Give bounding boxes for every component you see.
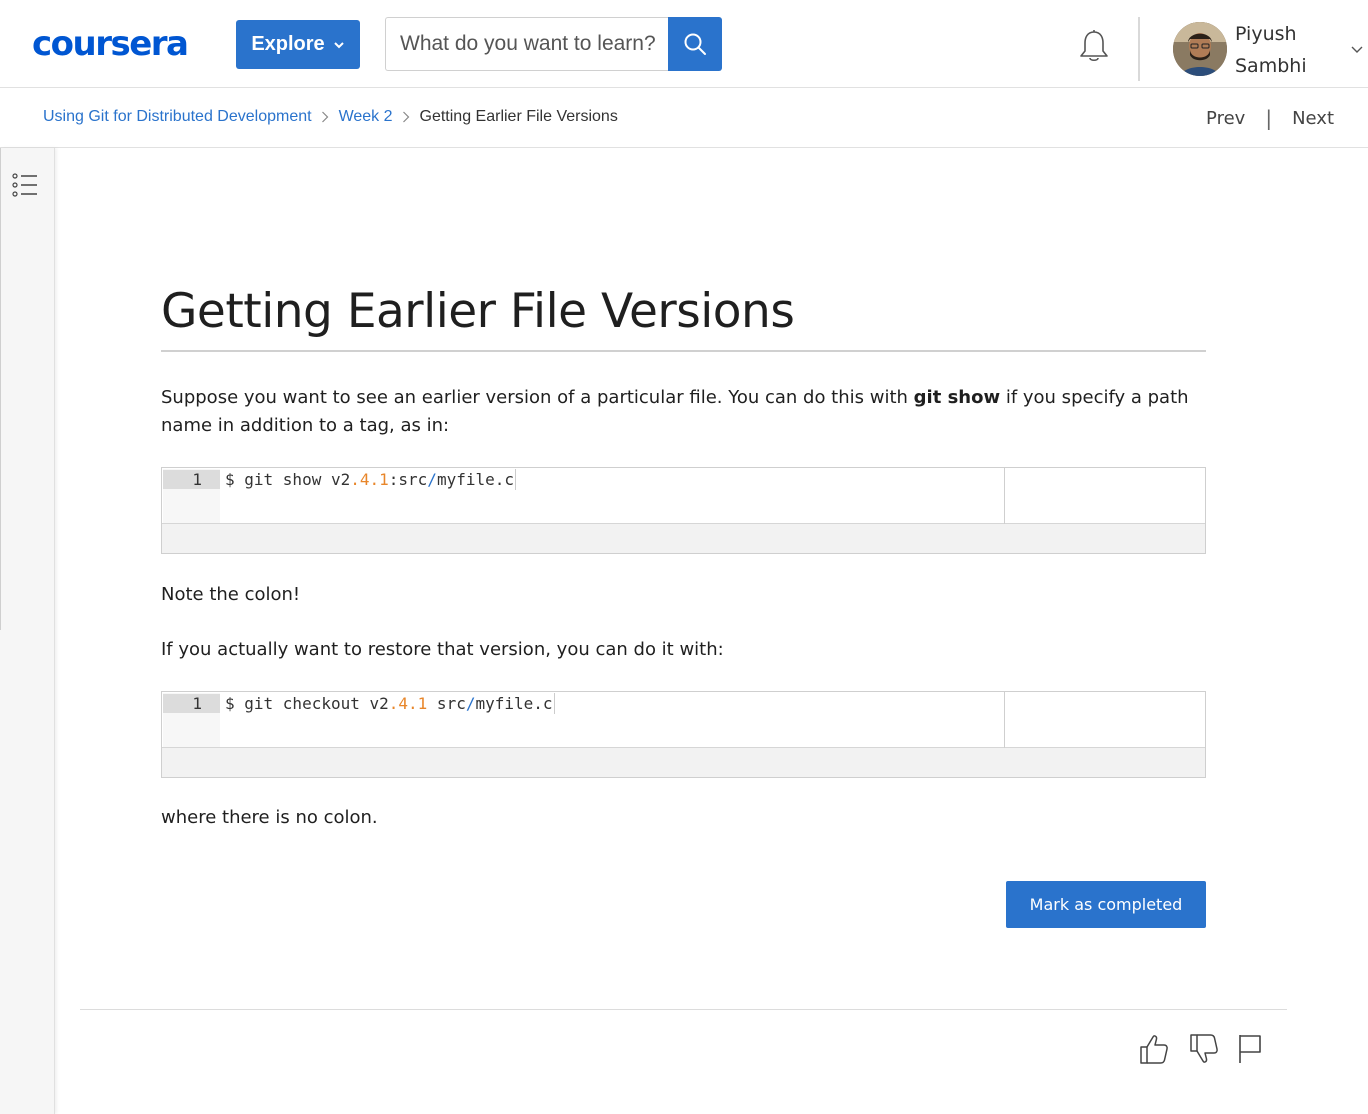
code-suffix: myfile.c [436, 470, 514, 489]
intro-bold-command: git show [913, 387, 1001, 408]
restore-paragraph: If you actually want to restore that ver… [161, 639, 724, 660]
intro-paragraph: Suppose you want to see an earlier versi… [161, 384, 1206, 440]
chevron-down-icon[interactable] [1350, 42, 1364, 56]
chevron-right-icon [393, 107, 420, 127]
user-last-name: Sambhi [1235, 55, 1307, 77]
code-block-1[interactable]: 1 $ git show v2.4.1:src/myfile.c [161, 467, 1206, 554]
intro-text-start: Suppose you want to see an earlier versi… [161, 387, 914, 408]
notification-bell-icon[interactable] [1076, 28, 1112, 64]
note-paragraph: Note the colon! [161, 584, 301, 605]
user-name[interactable]: Piyush Sambhi [1235, 18, 1325, 82]
toc-list-icon[interactable] [12, 172, 38, 198]
code-editor[interactable]: 1 $ git checkout v2.4.1 src/myfile.c [162, 692, 1205, 748]
top-header: coursera Explore Piyush [0, 0, 1368, 88]
explore-label: Explore [251, 33, 325, 55]
code-suffix: myfile.c [475, 694, 553, 713]
avatar-image [1173, 22, 1227, 76]
breadcrumb: Using Git for Distributed Development We… [43, 107, 618, 127]
code-prefix: $ git show v2 [225, 470, 351, 489]
line-number: 1 [163, 694, 220, 713]
page-title: Getting Earlier File Versions [161, 284, 795, 339]
code-middle: :src [388, 470, 428, 489]
avatar[interactable] [1173, 22, 1227, 76]
breadcrumb-week-link[interactable]: Week 2 [339, 107, 393, 127]
code-editor[interactable]: 1 $ git show v2.4.1:src/myfile.c [162, 468, 1205, 524]
code-side-divider [1004, 468, 1005, 524]
mark-as-completed-button[interactable]: Mark as completed [1006, 881, 1206, 928]
explore-button[interactable]: Explore [236, 20, 360, 69]
prev-link[interactable]: Prev [1206, 108, 1245, 129]
code-gutter: 1 [163, 469, 220, 523]
code-prefix: $ git checkout v2 [225, 694, 389, 713]
code-side-divider [1004, 692, 1005, 748]
title-divider [161, 350, 1206, 352]
code-slash: / [427, 470, 437, 489]
search-input[interactable] [386, 18, 669, 70]
breadcrumb-current: Getting Earlier File Versions [419, 108, 618, 125]
sidebar-edge [0, 148, 1, 630]
header-divider [1138, 17, 1140, 81]
code-version: .4.1 [350, 470, 389, 489]
code-line[interactable]: $ git show v2.4.1:src/myfile.c [225, 469, 516, 490]
chevron-right-icon [312, 107, 339, 127]
user-first-name: Piyush [1235, 23, 1297, 45]
search-icon [684, 33, 706, 55]
line-number: 1 [163, 470, 220, 489]
breadcrumb-course-link[interactable]: Using Git for Distributed Development [43, 107, 312, 127]
code-version: .4.1 [388, 694, 428, 713]
code-block-2[interactable]: 1 $ git checkout v2.4.1 src/myfile.c [161, 691, 1206, 778]
breadcrumb-bar: Using Git for Distributed Development We… [0, 88, 1368, 148]
code-line[interactable]: $ git checkout v2.4.1 src/myfile.c [225, 693, 555, 714]
coursera-logo[interactable]: coursera [32, 26, 189, 62]
code-gutter: 1 [163, 693, 220, 747]
course-sidebar [0, 148, 55, 1114]
flag-icon[interactable] [1236, 1032, 1268, 1066]
code-middle: src [427, 694, 466, 713]
prev-next-nav: Prev | Next [1206, 106, 1334, 130]
thumbs-up-icon[interactable] [1138, 1032, 1170, 1066]
search-field[interactable] [385, 17, 669, 71]
footer-divider [80, 1009, 1287, 1010]
next-link[interactable]: Next [1292, 108, 1334, 129]
chevron-down-icon [333, 41, 344, 48]
search-button[interactable] [668, 17, 722, 71]
prev-next-separator: | [1265, 106, 1273, 130]
closing-paragraph: where there is no colon. [161, 807, 378, 828]
thumbs-down-icon[interactable] [1188, 1032, 1220, 1066]
